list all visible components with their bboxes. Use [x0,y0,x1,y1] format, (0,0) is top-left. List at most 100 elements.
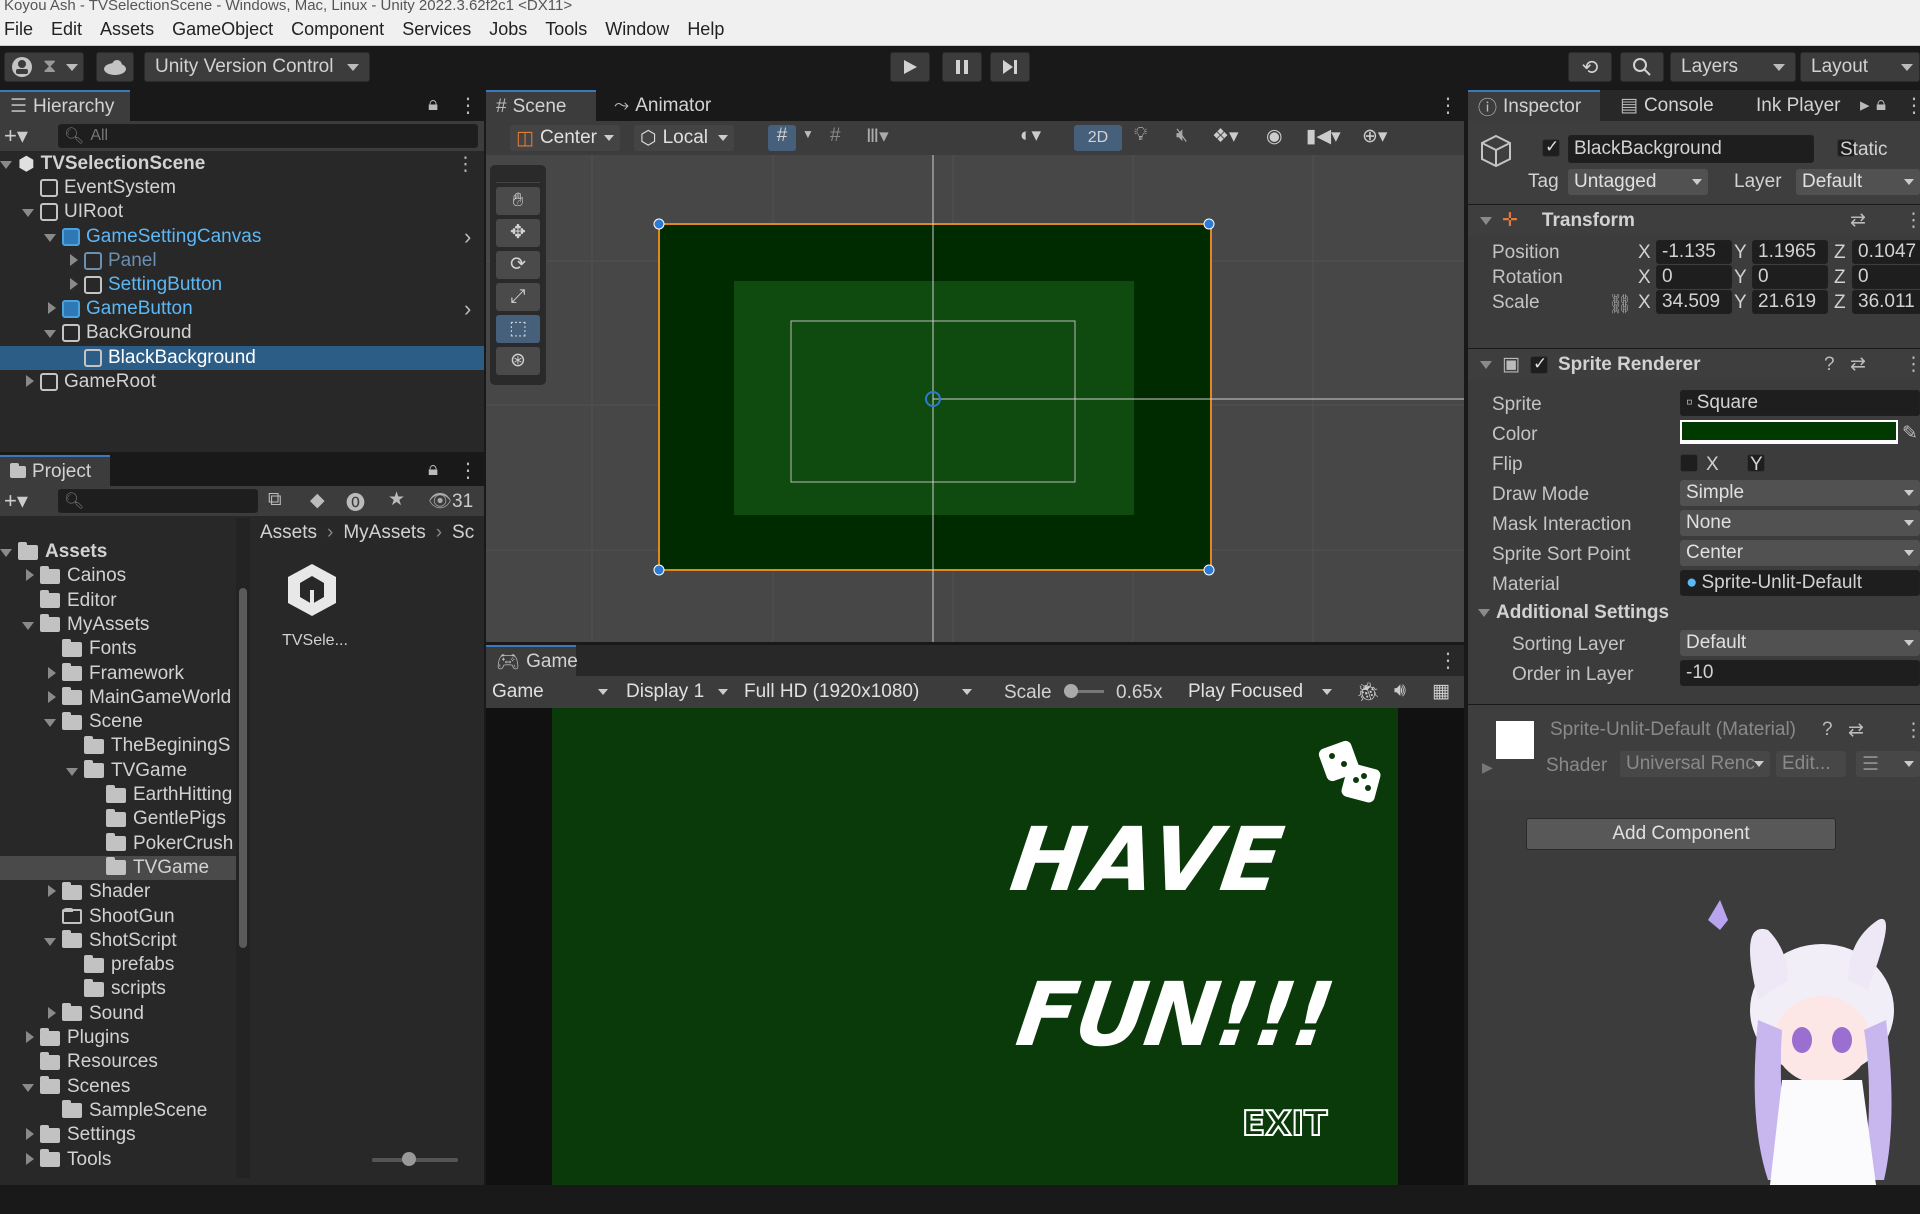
2d-toggle[interactable]: 2D [1074,125,1122,151]
object-name-field[interactable]: BlackBackground [1568,135,1814,163]
expand-down-icon[interactable] [22,621,34,630]
hierarchy-item[interactable]: EventSystem [0,176,484,200]
project-folder-item[interactable]: ShotScript [0,929,236,953]
display-dropdown[interactable]: Display 1 [620,679,734,705]
tab-ink-player[interactable]: Ink Player [1746,90,1866,121]
layout-dropdown[interactable]: Layout [1800,52,1920,82]
hierarchy-item[interactable]: ⬢ TVSelectionScene ⋮ [0,152,484,176]
draw-mode-icon[interactable]: ◐▾ [1020,124,1041,147]
project-folder-item[interactable]: SampleScene [0,1099,236,1123]
active-checkbox[interactable] [1542,137,1560,157]
star-icon[interactable]: ★ [388,488,405,511]
move-tool-icon[interactable]: ✥ [496,219,540,247]
open-prefab-icon[interactable]: › [464,296,471,322]
shader-edit-button[interactable]: Edit... [1776,751,1846,777]
scale-y-field[interactable]: 21.619 [1752,290,1828,314]
pause-button[interactable] [942,52,982,82]
scale-z-field[interactable]: 36.011 [1852,290,1920,314]
expand-down-icon[interactable] [0,549,12,557]
lock-icon[interactable]: 🔒︎ [428,459,438,481]
menu-jobs[interactable]: Jobs [480,19,536,40]
expand-right-icon[interactable] [26,374,34,387]
expand-right-icon[interactable] [26,1152,34,1165]
project-folder-item[interactable]: TheBeginingS [0,734,236,758]
project-folder-item[interactable]: Settings [0,1123,236,1147]
game-viewport[interactable]: HAVE FUN!!! EXIT [486,708,1464,1185]
expand-right-icon[interactable] [48,885,56,898]
shader-options-dropdown[interactable]: ☰ [1856,751,1920,777]
project-folder-item[interactable]: Assets [0,540,236,564]
hierarchy-item[interactable]: Panel [0,249,484,273]
project-folder-item[interactable]: PokerCrush [0,832,236,856]
eyedropper-icon[interactable]: ✎ [1902,422,1918,445]
lighting-icon[interactable]: 💡︎ [1134,124,1147,146]
scene-viewport[interactable]: ✋︎ ✥ ⟳ ⤢ ⬚ ⊛ [486,155,1464,642]
hierarchy-item[interactable]: BackGround [0,321,484,345]
project-folder-item[interactable]: Shader [0,880,236,904]
play-button[interactable] [890,52,930,82]
tab-scene[interactable]: # Scene [486,90,596,121]
expand-right-icon[interactable] [48,1006,56,1019]
hierarchy-item[interactable]: BlackBackground [0,345,484,370]
help-icon[interactable]: ? [1822,719,1833,741]
additional-settings-header[interactable]: Additional Settings [1478,602,1669,624]
component-menu-icon[interactable]: ⋮ [1904,353,1920,376]
breadcrumb-myassets[interactable]: MyAssets [343,522,425,544]
sprite-renderer-header[interactable]: ▣ Sprite Renderer ? ⇄ ⋮ [1468,348,1920,380]
link-icon[interactable]: ⛓ [1608,292,1632,316]
eye-icon[interactable]: 👁︎ [428,489,452,513]
history-button[interactable]: ⟲ [1568,52,1612,82]
rotate-tool-icon[interactable]: ⟳ [496,251,540,279]
material-field[interactable]: ● Sprite-Unlit-Default [1680,570,1920,596]
preset-icon[interactable]: ⇄ [1848,719,1864,742]
expand-right-icon[interactable] [48,666,56,679]
tab-inspector[interactable]: ⓘ Inspector [1468,90,1600,121]
icon-size-slider[interactable] [372,1152,458,1166]
tag-dropdown[interactable]: Untagged [1568,169,1708,195]
expand-down-icon[interactable] [22,1083,34,1092]
scale-x-field[interactable]: 34.509 [1656,290,1732,314]
more-tabs-icon[interactable]: ▸ [1860,94,1870,117]
menu-services[interactable]: Services [393,19,480,40]
add-icon[interactable]: +▾ [4,123,28,149]
position-y-field[interactable]: 1.1965 [1752,240,1828,264]
rotation-z-field[interactable]: 0 [1852,265,1920,289]
search-button[interactable] [1620,52,1664,82]
space-dropdown[interactable]: ⬡ Local [634,125,734,151]
panel-menu-icon[interactable]: ⋮ [1904,93,1920,118]
effects-icon[interactable]: ❖▾ [1212,125,1239,148]
menu-component[interactable]: Component [282,19,393,40]
cloud-button[interactable] [96,52,134,82]
layer-dropdown[interactable]: Default [1796,169,1920,195]
project-folder-item[interactable]: Scenes [0,1075,236,1099]
audio-mute-icon[interactable]: 🔇︎ [1176,125,1188,147]
panel-menu-icon[interactable]: ⋮ [1438,93,1458,118]
hierarchy-item[interactable]: GameSettingCanvas › [0,224,484,249]
account-button[interactable]: ⧗ [4,52,84,82]
shader-dropdown[interactable]: Universal Renc [1620,751,1770,777]
project-folder-item[interactable]: Resources [0,1050,236,1074]
tab-game[interactable]: 🎮︎ Game [486,645,578,676]
menu-help[interactable]: Help [678,19,733,40]
position-x-field[interactable]: -1.135 [1656,240,1732,264]
menu-edit[interactable]: Edit [42,19,91,40]
layers-dropdown[interactable]: Layers [1670,52,1796,82]
project-folder-item[interactable]: Scene [0,710,236,734]
expand-down-icon[interactable] [66,767,78,776]
component-menu-icon[interactable]: ⋮ [1904,719,1920,742]
scale-slider[interactable] [1064,684,1104,698]
project-folder-item[interactable]: EarthHitting [0,783,236,807]
sprite-sort-point-dropdown[interactable]: Center [1680,540,1920,566]
rotation-x-field[interactable]: 0 [1656,265,1732,289]
project-folder-item[interactable]: Plugins [0,1026,236,1050]
project-folder-item[interactable]: Cainos [0,564,236,588]
flip-x-checkbox[interactable] [1680,454,1698,472]
tab-project[interactable]: Project [0,455,110,486]
scene-asset-tile[interactable]: TVSele... [270,560,360,670]
menu-tools[interactable]: Tools [536,19,596,40]
expand-down-icon[interactable] [44,719,56,728]
audio-icon[interactable]: 🔊︎ [1394,680,1406,702]
project-folder-item[interactable]: prefabs [0,953,236,977]
rect-tool-icon[interactable]: ⬚ [496,315,540,343]
menu-assets[interactable]: Assets [91,19,163,40]
